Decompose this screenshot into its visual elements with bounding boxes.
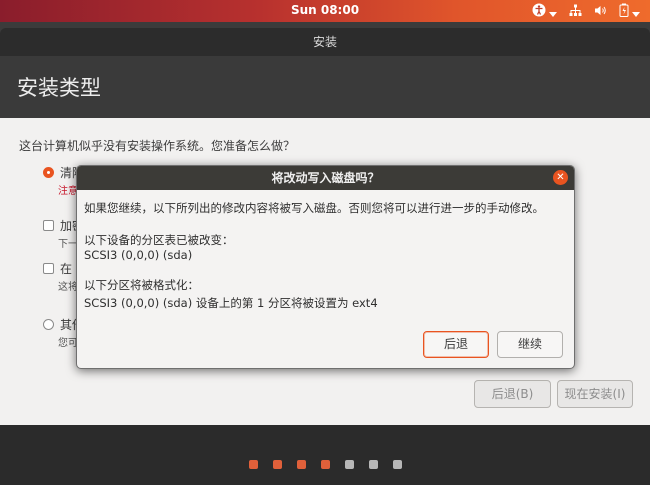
dialog-title: 将改动写入磁盘吗？ <box>271 171 380 185</box>
step-dot <box>393 460 402 469</box>
checkbox-icon[interactable] <box>43 263 54 274</box>
option-description: 这将 <box>58 282 78 293</box>
step-indicator <box>249 460 402 469</box>
dialog-titlebar: 将改动写入磁盘吗？ ✕ <box>77 166 574 190</box>
window-titlebar: 安装 <box>0 28 650 56</box>
partition-table-device: SCSI3 (0,0,0) (sda) <box>84 248 193 262</box>
step-dot <box>369 460 378 469</box>
step-dot <box>249 460 258 469</box>
dialog-intro: 如果您继续，以下所列出的修改内容将被写入磁盘。否则您将可以进行进一步的手动修改。 <box>84 201 544 215</box>
step-dot <box>273 460 282 469</box>
close-icon[interactable]: ✕ <box>553 170 568 185</box>
network-menu[interactable] <box>569 4 582 21</box>
volume-menu[interactable] <box>594 4 607 21</box>
format-item: SCSI3 (0,0,0) (sda) 设备上的第 1 分区将被设置为 ext4 <box>84 296 378 310</box>
battery-menu[interactable] <box>619 3 640 21</box>
accessibility-menu[interactable] <box>532 3 557 21</box>
install-question: 这台计算机似乎没有安装操作系统。您准备怎么做？ <box>19 139 296 153</box>
step-dot <box>345 460 354 469</box>
write-changes-dialog: 将改动写入磁盘吗？ ✕ 如果您继续，以下所列出的修改内容将被写入磁盘。否则您将可… <box>76 165 575 369</box>
window-header: 安装类型 <box>0 56 650 118</box>
option-description: 您可 <box>58 338 78 349</box>
step-dot <box>297 460 306 469</box>
top-panel: Sun 08:00 <box>0 0 650 22</box>
option-description: 下一 <box>58 239 78 250</box>
system-tray <box>532 3 640 21</box>
chevron-down-icon <box>632 11 640 17</box>
network-icon <box>569 4 582 21</box>
dialog-back-button[interactable]: 后退 <box>423 331 489 358</box>
back-button[interactable]: 后退(B) <box>474 380 551 408</box>
step-dot <box>321 460 330 469</box>
chevron-down-icon <box>549 11 557 17</box>
radio-unselected-icon[interactable] <box>43 319 54 330</box>
format-heading: 以下分区将被格式化： <box>84 278 199 292</box>
battery-icon <box>619 3 629 21</box>
option-warning: 注意 <box>58 186 78 197</box>
install-now-button[interactable]: 现在安装(I) <box>557 380 633 408</box>
partition-table-heading: 以下设备的分区表已被改变： <box>84 233 234 247</box>
page-title: 安装类型 <box>17 76 101 100</box>
volume-icon <box>594 4 607 21</box>
continue-button[interactable]: 继续 <box>497 331 563 358</box>
accessibility-icon <box>532 3 546 21</box>
radio-selected-icon[interactable] <box>43 167 54 178</box>
checkbox-icon[interactable] <box>43 220 54 231</box>
progress-footer <box>0 425 650 485</box>
